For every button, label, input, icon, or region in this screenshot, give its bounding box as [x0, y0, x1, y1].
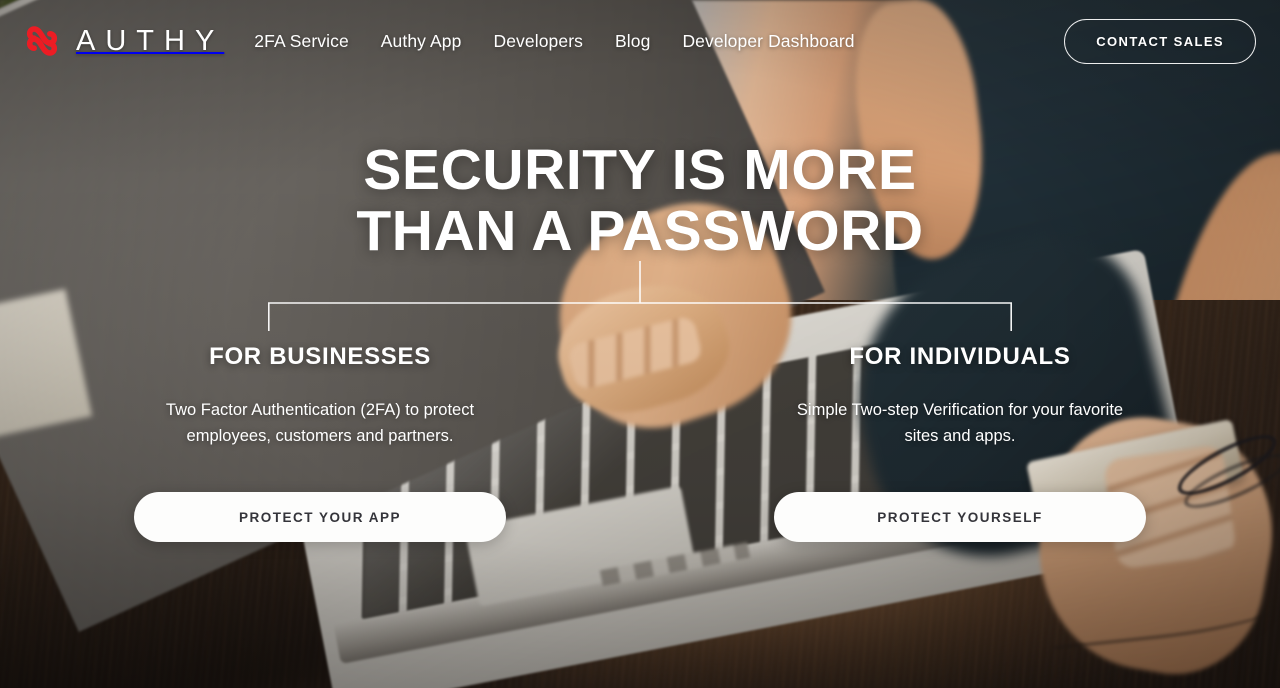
- hero-headline-line-2: THAN A PASSWORD: [356, 198, 924, 263]
- cta-cell-left: PROTECT YOUR APP: [0, 492, 640, 542]
- authy-infinity-logo-icon: [26, 26, 58, 56]
- nav-link-developers[interactable]: Developers: [493, 31, 583, 52]
- nav-link-blog[interactable]: Blog: [615, 31, 650, 52]
- hero-column-businesses: FOR BUSINESSES Two Factor Authentication…: [0, 345, 640, 450]
- hero-cta-row: PROTECT YOUR APP PROTECT YOURSELF: [0, 492, 1280, 542]
- nav-link-developer-dashboard[interactable]: Developer Dashboard: [682, 31, 854, 52]
- brand-wordmark: AUTHY: [76, 24, 225, 57]
- bracket-divider: [267, 261, 1013, 331]
- brand-logo-link[interactable]: AUTHY: [24, 23, 224, 59]
- hero-section: AUTHY 2FA Service Authy App Developers B…: [0, 0, 1280, 688]
- nav-link-2fa-service[interactable]: 2FA Service: [254, 31, 348, 52]
- protect-your-app-button[interactable]: PROTECT YOUR APP: [134, 492, 506, 542]
- hero-columns: FOR BUSINESSES Two Factor Authentication…: [0, 345, 1280, 450]
- cta-cell-right: PROTECT YOURSELF: [640, 492, 1280, 542]
- hero-headline: SECURITY IS MORE THAN A PASSWORD: [0, 140, 1280, 262]
- businesses-description: Two Factor Authentication (2FA) to prote…: [165, 401, 475, 446]
- nav-links: 2FA Service Authy App Developers Blog De…: [254, 31, 854, 52]
- hero-column-individuals: FOR INDIVIDUALS Simple Two-step Verifica…: [640, 345, 1280, 450]
- contact-sales-button[interactable]: CONTACT SALES: [1064, 18, 1256, 64]
- top-navigation-bar: AUTHY 2FA Service Authy App Developers B…: [0, 0, 1280, 82]
- individuals-title: FOR INDIVIDUALS: [849, 343, 1071, 370]
- nav-link-authy-app[interactable]: Authy App: [381, 31, 462, 52]
- individuals-description: Simple Two-step Verification for your fa…: [796, 401, 1124, 446]
- protect-yourself-button[interactable]: PROTECT YOURSELF: [774, 492, 1146, 542]
- businesses-title: FOR BUSINESSES: [209, 343, 431, 370]
- hero-headline-line-1: SECURITY IS MORE: [363, 138, 917, 202]
